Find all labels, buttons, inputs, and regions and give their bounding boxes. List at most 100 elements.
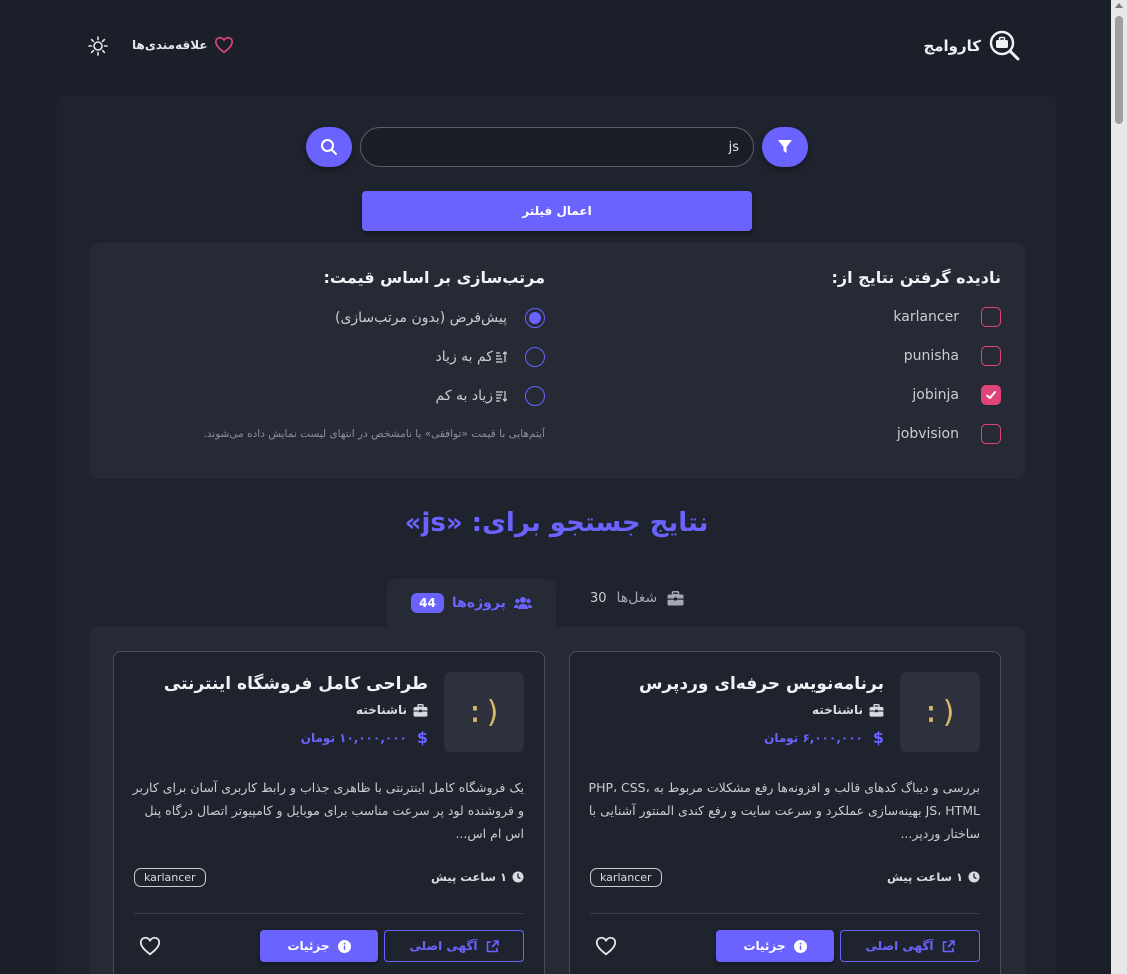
sort-label-wrap: کم به زیاد: [436, 349, 507, 365]
card-title[interactable]: برنامه‌نویس حرفه‌ای وردپرس: [639, 674, 884, 694]
source-punisha[interactable]: punisha: [904, 346, 1001, 366]
source-label: jobinja: [912, 387, 959, 403]
users-icon: [513, 597, 532, 609]
brand-name: کاروامج: [923, 37, 981, 55]
sort-title: مرتب‌سازی بر اساس قیمت:: [323, 268, 545, 287]
sort-note: آیتم‌هایی با قیمت «توافقی» یا نامشخص در …: [203, 428, 545, 440]
sun-icon: [88, 36, 108, 56]
scrollbar-thumb[interactable]: [1115, 16, 1123, 124]
dollar-icon: $: [416, 728, 428, 747]
card-divider: [590, 913, 980, 914]
card-divider: [134, 913, 524, 914]
clock-icon: [968, 871, 980, 883]
info-icon: [793, 939, 807, 953]
radio-dot: [529, 312, 541, 324]
sort-label-wrap: زیاد به کم: [436, 388, 507, 404]
favorites-link[interactable]: علاقه‌مندی‌ها: [132, 36, 234, 54]
project-card: :) برنامه‌نویس حرفه‌ای وردپرس ناشناخته $…: [569, 651, 1001, 974]
briefcase-search-icon: [989, 30, 1020, 61]
source-jobvision[interactable]: jobvision: [897, 424, 1001, 444]
briefcase-icon: [869, 703, 884, 717]
project-card: :) طراحی کامل فروشگاه اینترنتی ناشناخته …: [113, 651, 545, 974]
card-time-label: ۱ ساعت پیش: [887, 870, 963, 884]
card-price-value: ۱۰,۰۰۰,۰۰۰ تومان: [300, 730, 407, 745]
briefcase-icon: [413, 703, 428, 717]
source-karlancer[interactable]: karlancer: [893, 307, 1001, 327]
original-ad-button[interactable]: آگهی اصلی: [840, 930, 980, 962]
sort-label: کم به زیاد: [435, 349, 493, 365]
details-label: جزئیات: [287, 939, 330, 953]
source-jobinja[interactable]: jobinja: [912, 385, 1001, 405]
results-title: نتایج جستجو برای: «js»: [404, 508, 709, 538]
external-link-icon: [486, 939, 499, 952]
source-label: punisha: [903, 348, 959, 364]
sort-option-default[interactable]: پیش‌فرض (بدون مرتب‌سازی): [335, 308, 545, 328]
card-price: $ ۱۰,۰۰۰,۰۰۰ تومان: [301, 728, 428, 747]
card-company: ناشناخته: [356, 703, 428, 717]
radio-selected[interactable]: [525, 308, 545, 328]
checkbox[interactable]: [981, 346, 1001, 366]
dollar-icon: $: [872, 728, 884, 747]
sort-ascending-icon: [496, 351, 507, 363]
checkbox[interactable]: [981, 424, 1001, 444]
heart-icon[interactable]: [595, 935, 617, 957]
card-time-label: ۱ ساعت پیش: [431, 870, 507, 884]
info-icon: [337, 939, 351, 953]
original-ad-button[interactable]: آگهی اصلی: [384, 930, 524, 962]
tab-projects-label: پروژه‌ها: [451, 595, 506, 611]
sort-option-asc[interactable]: کم به زیاد: [436, 347, 545, 367]
card-company: ناشناخته: [812, 703, 884, 717]
sort-label: زیاد به کم: [435, 388, 493, 404]
card-company-name: ناشناخته: [355, 703, 407, 717]
details-button[interactable]: جزئیات: [260, 930, 378, 962]
tab-jobs-label: شغل‌ها: [616, 590, 658, 606]
page-scrollbar[interactable]: [1111, 0, 1127, 974]
card-thumbnail: :): [900, 672, 980, 752]
source-tag: karlancer: [590, 868, 662, 887]
funnel-icon: [778, 140, 792, 153]
original-ad-label: آگهی اصلی: [865, 939, 934, 953]
briefcase-icon: [667, 590, 684, 605]
card-thumbnail: :): [444, 672, 524, 752]
radio[interactable]: [525, 347, 545, 367]
heart-icon[interactable]: [139, 935, 161, 957]
tab-projects[interactable]: پروژه‌ها 44: [387, 579, 556, 627]
card-price-value: ۶,۰۰۰,۰۰۰ تومان: [764, 730, 863, 745]
source-tag: karlancer: [134, 868, 206, 887]
heart-icon: [214, 36, 233, 54]
card-description: بررسی و دیباگ کدهای قالب و افزونه‌ها رفع…: [588, 780, 980, 841]
external-link-icon: [942, 939, 955, 952]
tab-jobs[interactable]: شغل‌ها 30: [590, 590, 684, 606]
card-title[interactable]: طراحی کامل فروشگاه اینترنتی: [164, 674, 428, 694]
tab-jobs-count: 30: [590, 590, 607, 606]
search-button[interactable]: [306, 127, 352, 167]
search-icon: [321, 139, 337, 155]
clock-icon: [512, 871, 524, 883]
card-company-name: ناشناخته: [811, 703, 863, 717]
check-icon: [986, 391, 996, 399]
card-description: یک فروشگاه کامل اینترنتی با ظاهری جذاب و…: [132, 780, 524, 841]
radio[interactable]: [525, 386, 545, 406]
original-ad-label: آگهی اصلی: [409, 939, 478, 953]
apply-filter-button[interactable]: اعمال فیلتر: [362, 191, 752, 231]
tab-projects-count: 44: [411, 593, 444, 613]
search-input[interactable]: [360, 127, 754, 167]
filter-button[interactable]: [762, 127, 808, 167]
checkbox[interactable]: [981, 307, 1001, 327]
card-time: ۱ ساعت پیش: [887, 870, 980, 884]
theme-toggle[interactable]: [88, 36, 108, 56]
scroll-up-icon[interactable]: [1115, 3, 1123, 8]
sort-label: پیش‌فرض (بدون مرتب‌سازی): [334, 310, 507, 326]
brand-logo[interactable]: کاروامج: [923, 30, 1021, 62]
ignore-sources-title: نادیده گرفتن نتایج از:: [831, 268, 1001, 287]
details-button[interactable]: جزئیات: [716, 930, 834, 962]
details-label: جزئیات: [743, 939, 786, 953]
card-price: $ ۶,۰۰۰,۰۰۰ تومان: [764, 728, 884, 747]
source-label: jobvision: [896, 426, 959, 442]
sort-descending-icon: [496, 391, 507, 402]
card-time: ۱ ساعت پیش: [431, 870, 524, 884]
source-label: karlancer: [893, 309, 959, 325]
sort-option-desc[interactable]: زیاد به کم: [436, 386, 545, 406]
checkbox-checked[interactable]: [981, 385, 1001, 405]
favorites-label: علاقه‌مندی‌ها: [132, 38, 208, 52]
